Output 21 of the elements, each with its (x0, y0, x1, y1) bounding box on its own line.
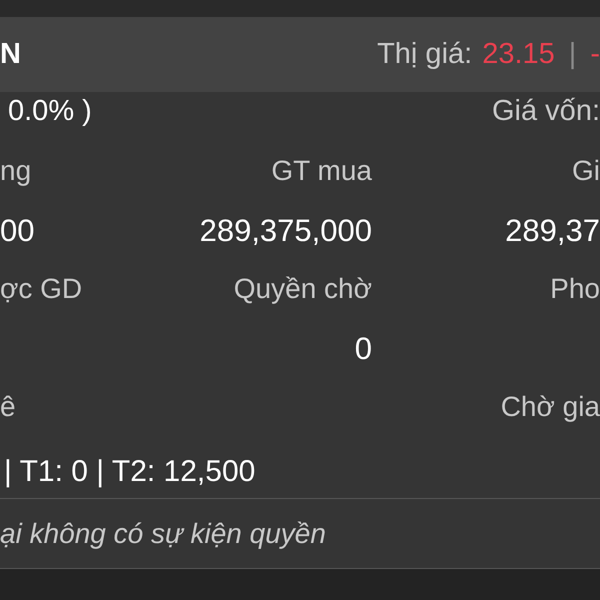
field-value: 289,375,000 (200, 212, 372, 250)
settlement-text: | T1: 0 | T2: 12,500 (4, 454, 256, 490)
field-label: Pho (550, 272, 600, 306)
field-label: Chờ gia (500, 390, 600, 424)
change-percent: 0.0% ) (8, 94, 92, 130)
rights-note: ại không có sự kiện quyền (0, 516, 326, 551)
field-value: 289,37 (505, 212, 600, 250)
field-label: Gi (572, 154, 600, 188)
market-price: 23.15 (482, 36, 555, 72)
price-change: - (590, 36, 600, 72)
field-label: ợc GD (0, 272, 82, 306)
field-value: 0 (354, 330, 372, 368)
separator: | (568, 36, 576, 72)
stock-title: N (0, 36, 21, 72)
field-label: Quyền chờ (234, 272, 372, 306)
market-price-label: Thị giá: (377, 36, 472, 72)
cost-price-label: Giá vốn: (492, 94, 600, 130)
field-label: GT mua (271, 154, 372, 188)
field-label: ng (0, 154, 32, 188)
field-label: ê (0, 390, 16, 424)
field-value: 00 (0, 212, 34, 250)
